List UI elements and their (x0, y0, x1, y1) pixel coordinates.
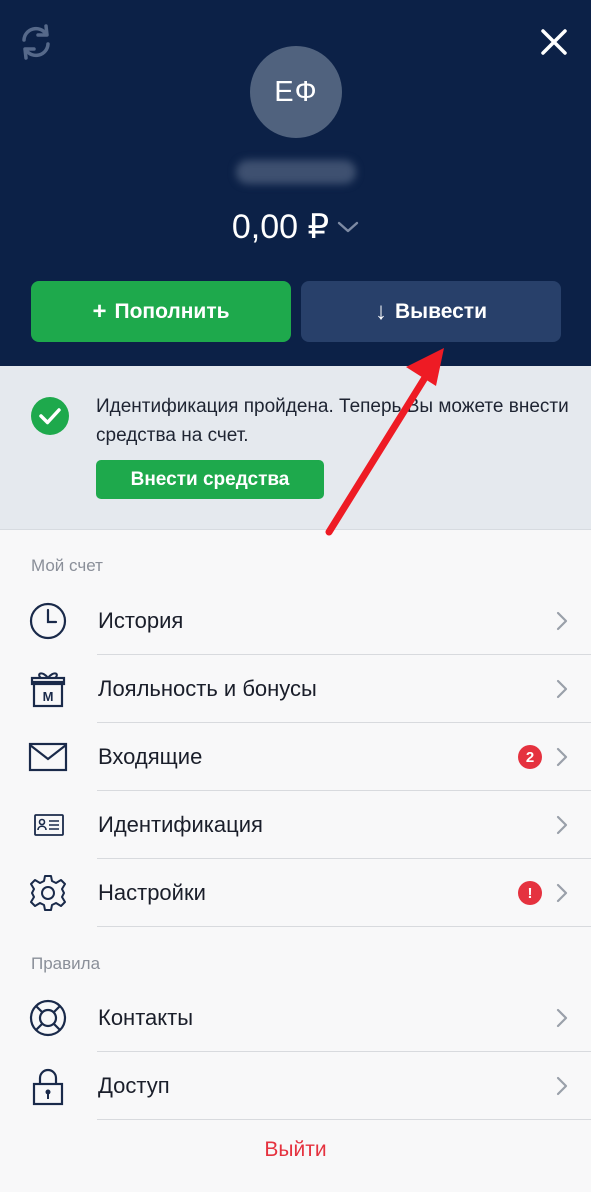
alert-badge: ! (518, 881, 542, 905)
chevron-down-icon (337, 221, 359, 233)
menu-item-label: Идентификация (98, 812, 263, 837)
lifebuoy-icon (29, 999, 67, 1037)
menu-item-label: Доступ (98, 1073, 170, 1098)
unread-count-badge: 2 (518, 745, 542, 769)
envelope-icon (28, 742, 68, 772)
withdraw-button[interactable]: ↓ Вывести (301, 281, 561, 342)
gear-icon (30, 875, 66, 911)
close-icon[interactable] (536, 24, 572, 60)
balance-selector[interactable]: 0,00 ₽ (0, 204, 591, 250)
section-title-rules: Правила (31, 954, 101, 973)
divider (97, 926, 591, 927)
clock-icon (29, 602, 67, 640)
chevron-right-icon (556, 815, 568, 835)
padlock-icon (32, 1068, 64, 1106)
chevron-right-icon (556, 611, 568, 631)
gift-icon: M (30, 672, 66, 708)
menu-item-label: История (98, 608, 184, 633)
blurred-username (236, 160, 356, 184)
menu-item-inbox[interactable]: Входящие 2 (0, 723, 591, 791)
menu-item-label: Входящие (98, 744, 203, 769)
chevron-right-icon (556, 1076, 568, 1096)
logout-button[interactable]: Выйти (0, 1138, 591, 1162)
refresh-icon[interactable] (16, 22, 56, 62)
menu-item-identification[interactable]: Идентификация (0, 791, 591, 859)
section-title-account: Мой счет (31, 556, 103, 575)
divider (97, 1119, 591, 1120)
withdraw-label: Вывести (394, 299, 487, 323)
menu-item-settings[interactable]: Настройки ! (0, 859, 591, 927)
menu-item-contacts[interactable]: Контакты (0, 984, 591, 1052)
avatar: ЕФ (250, 46, 342, 138)
chevron-right-icon (556, 747, 568, 767)
account-header: ЕФ 0,00 ₽ + Пополнить ↓ Вывести (0, 0, 591, 366)
menu-item-access[interactable]: Доступ (0, 1052, 591, 1120)
chevron-right-icon (556, 679, 568, 699)
deposit-button[interactable]: + Пополнить (31, 281, 291, 342)
check-circle-icon (31, 397, 69, 435)
chevron-right-icon (556, 883, 568, 903)
deposit-label: Пополнить (114, 299, 230, 323)
menu-item-label: Настройки (98, 880, 206, 905)
svg-text:M: M (43, 689, 54, 704)
notice-text: Идентификация пройдена. Теперь Вы можете… (96, 396, 569, 446)
menu-item-label: Контакты (98, 1005, 194, 1030)
menu-item-history[interactable]: История (0, 587, 591, 655)
menu-item-loyalty[interactable]: M Лояльность и бонусы (0, 655, 591, 723)
avatar-initials: ЕФ (274, 75, 318, 108)
id-card-icon (34, 814, 64, 836)
plus-icon: + (92, 297, 107, 325)
balance-value: 0,00 ₽ (231, 208, 330, 246)
add-funds-button[interactable]: Внести средства (96, 460, 324, 499)
chevron-right-icon (556, 1008, 568, 1028)
menu-item-label: Лояльность и бонусы (98, 676, 317, 701)
arrow-down-icon: ↓ (374, 297, 387, 325)
